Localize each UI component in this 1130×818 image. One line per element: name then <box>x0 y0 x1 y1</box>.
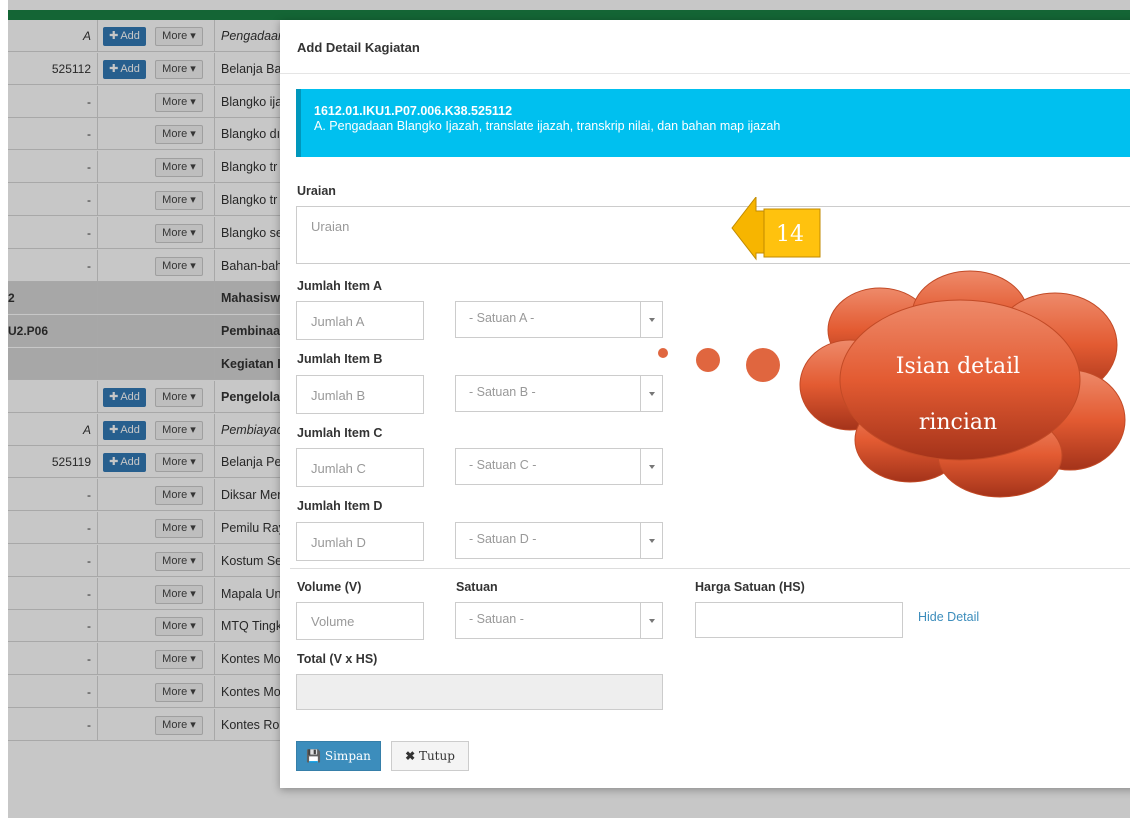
satuan-value: - Satuan - <box>469 612 524 626</box>
thought-cloud-icon <box>658 270 1126 498</box>
cloud-text-line1: Isian detail <box>895 354 1021 379</box>
modal-header: Add Detail Kagiatan <box>280 20 1130 74</box>
satuan-b-value: - Satuan B - <box>469 385 536 399</box>
save-label: Simpan <box>324 749 371 763</box>
satuan-b-select[interactable]: - Satuan B - <box>455 375 663 412</box>
chevron-down-icon <box>640 603 662 638</box>
close-icon: ✖ <box>405 749 416 763</box>
satuan-c-value: - Satuan C - <box>469 458 537 472</box>
item-c-label: Jumlah Item C <box>297 426 383 440</box>
divider <box>290 568 1130 569</box>
jumlah-c-input[interactable]: Jumlah C <box>296 448 424 487</box>
satuan-label: Satuan <box>456 580 498 594</box>
item-d-label: Jumlah Item D <box>297 499 383 513</box>
callout-description: A. Pengadaan Blangko Ijazah, translate i… <box>314 119 781 133</box>
satuan-select[interactable]: - Satuan - <box>455 602 663 639</box>
floppy-icon: 💾 <box>306 749 322 763</box>
satuan-a-value: - Satuan A - <box>469 311 535 325</box>
total-input <box>296 674 663 710</box>
info-callout: 1612.01.IKU1.P07.006.K38.525112 A. Penga… <box>296 89 1130 157</box>
total-label: Total (V x HS) <box>297 652 378 666</box>
chevron-down-icon <box>640 523 662 558</box>
hide-detail-link[interactable]: Hide Detail <box>918 610 979 624</box>
jumlah-d-input[interactable]: Jumlah D <box>296 522 424 561</box>
cloud-text-line2: rincian <box>918 410 998 435</box>
close-button[interactable]: ✖ Tutup <box>391 741 469 771</box>
satuan-d-value: - Satuan D - <box>469 532 537 546</box>
item-b-label: Jumlah Item B <box>297 352 383 366</box>
satuan-d-select[interactable]: - Satuan D - <box>455 522 663 559</box>
close-label: Tutup <box>418 749 455 763</box>
volume-input[interactable]: Volume <box>296 602 424 640</box>
volume-label: Volume (V) <box>297 580 362 594</box>
save-button[interactable]: 💾 Simpan <box>296 741 381 771</box>
uraian-label: Uraian <box>297 184 336 198</box>
satuan-c-select[interactable]: - Satuan C - <box>455 448 663 485</box>
callout-code: 1612.01.IKU1.P07.006.K38.525112 <box>314 104 513 118</box>
uraian-input[interactable]: Uraian <box>296 206 1130 264</box>
harga-satuan-input[interactable] <box>695 602 903 638</box>
harga-satuan-label: Harga Satuan (HS) <box>695 580 805 594</box>
satuan-a-select[interactable]: - Satuan A - <box>455 301 663 338</box>
modal-title: Add Detail Kagiatan <box>297 40 420 55</box>
jumlah-b-input[interactable]: Jumlah B <box>296 375 424 414</box>
annotation-number: 14 <box>776 222 804 247</box>
jumlah-a-input[interactable]: Jumlah A <box>296 301 424 340</box>
item-a-label: Jumlah Item A <box>297 279 382 293</box>
